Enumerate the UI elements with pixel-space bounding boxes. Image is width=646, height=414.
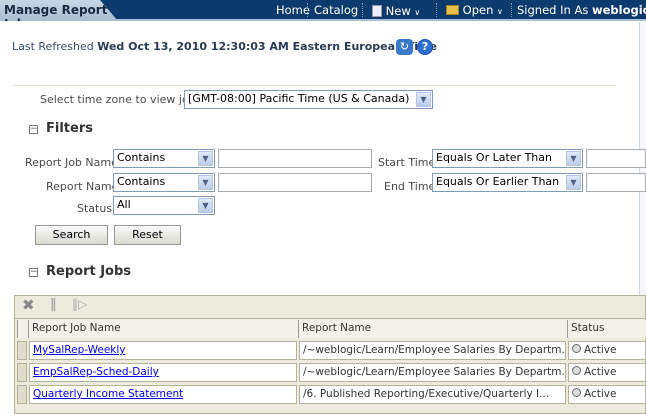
status-select[interactable]: All ▼ [113, 196, 215, 215]
last-refreshed: Last Refreshed Wed Oct 13, 2010 12:30:03… [12, 40, 437, 53]
delete-icon[interactable]: ✖ [22, 296, 35, 314]
column-header-report-job-name[interactable]: Report Job Name [28, 320, 298, 338]
report-job-name-label: Report Job Name [25, 156, 118, 169]
filters-heading: Filters [46, 121, 93, 136]
divider [12, 85, 616, 86]
report-name-cell: /~weblogic/Learn/Employee Salaries By De… [299, 363, 566, 382]
nav-home[interactable]: Home [276, 3, 310, 17]
column-header-report-name[interactable]: Report Name [298, 320, 567, 338]
end-time-operator[interactable]: Equals Or Earlier Than ▼ [432, 173, 583, 192]
clock-icon [572, 344, 581, 353]
nav-new-label: New [385, 4, 411, 18]
username: weblogic [591, 3, 646, 17]
clock-icon [572, 366, 581, 375]
timezone-select[interactable]: [GMT-08:00] Pacific Time (US & Canada) ▼ [184, 90, 433, 109]
end-time-label: End Time [384, 180, 436, 193]
new-document-icon [372, 5, 382, 17]
collapse-report-jobs-icon[interactable]: − [29, 268, 38, 277]
divider [15, 318, 646, 319]
report-job-link[interactable]: Quarterly Income Statement [33, 388, 183, 400]
help-icon[interactable]: ? [417, 39, 433, 55]
status-text: Active [584, 388, 617, 400]
user-menu[interactable]: Signed In As weblogic ∨ [517, 3, 646, 17]
pause-icon[interactable]: ‖ [50, 297, 57, 312]
divider [307, 3, 308, 17]
status-text: Active [584, 366, 617, 378]
status-text: Active [584, 344, 617, 356]
report-job-name-cell: Quarterly Income Statement [29, 385, 297, 404]
nav-new-menu[interactable]: New ∨ [372, 3, 420, 18]
report-name-label: Report Name [46, 180, 119, 193]
reset-button[interactable]: Reset [114, 225, 181, 245]
chevron-down-icon: ▼ [198, 198, 213, 213]
status-label: Status [77, 202, 113, 215]
start-time-input[interactable] [586, 149, 646, 168]
report-job-name-cell: EmpSalRep-Sched-Daily [29, 363, 297, 382]
nav-catalog[interactable]: Catalog [314, 3, 358, 17]
timezone-label: Select time zone to view jobs [40, 93, 202, 106]
report-job-name-input[interactable] [218, 149, 372, 168]
row-selector[interactable] [17, 363, 27, 382]
row-selector[interactable] [17, 385, 27, 404]
report-job-name-cell: MySalRep-Weekly [29, 341, 297, 360]
last-refreshed-value: Wed Oct 13, 2010 12:30:03 AM Eastern Eur… [97, 40, 437, 53]
operator-value: Equals Or Later Than [436, 151, 552, 164]
start-time-label: Start Time [378, 156, 436, 169]
end-time-input[interactable] [586, 173, 646, 192]
timezone-value: [GMT-08:00] Pacific Time (US & Canada) [188, 92, 410, 105]
chevron-down-icon: ▼ [566, 175, 581, 190]
last-refreshed-label: Last Refreshed [12, 40, 94, 53]
chevron-down-icon: ∨ [414, 8, 421, 17]
report-name-input[interactable] [218, 173, 372, 192]
divider [436, 3, 437, 17]
column-header-status[interactable]: Status [567, 320, 646, 338]
clock-icon [572, 388, 581, 397]
start-time-operator[interactable]: Equals Or Later Than ▼ [432, 149, 583, 168]
page-title: Manage Report Jobs [0, 0, 118, 21]
operator-value: Equals Or Earlier Than [436, 175, 560, 188]
chevron-down-icon: ▼ [416, 92, 431, 107]
chevron-down-icon: ∨ [497, 7, 503, 16]
status-value: All [117, 198, 131, 211]
report-job-link[interactable]: MySalRep-Weekly [33, 344, 126, 356]
report-name-operator[interactable]: Contains ▼ [113, 173, 215, 192]
status-cell: Active [568, 363, 646, 382]
report-job-name-operator[interactable]: Contains ▼ [113, 149, 215, 168]
operator-value: Contains [117, 175, 166, 188]
operator-value: Contains [117, 151, 166, 164]
divider [511, 3, 512, 17]
row-selector[interactable] [17, 341, 27, 360]
column-header-selector [17, 320, 28, 338]
nav-open-menu[interactable]: Open ∨ [446, 3, 503, 17]
nav-open-label: Open [462, 3, 494, 17]
chevron-down-icon: ▼ [566, 151, 581, 166]
folder-icon [446, 5, 459, 15]
report-jobs-heading: Report Jobs [46, 264, 132, 279]
report-name-cell: /6. Published Reporting/Executive/Quarte… [299, 385, 566, 404]
status-cell: Active [568, 385, 646, 404]
report-name-cell: /~weblogic/Learn/Employee Salaries By De… [299, 341, 566, 360]
signed-in-label: Signed In As [517, 3, 589, 17]
status-cell: Active [568, 341, 646, 360]
search-button[interactable]: Search [35, 225, 108, 245]
resume-icon[interactable]: ‖▷ [72, 297, 87, 311]
chevron-down-icon: ▼ [198, 151, 213, 166]
chevron-down-icon: ▼ [198, 175, 213, 190]
refresh-icon[interactable]: ↻ [396, 39, 413, 55]
collapse-filters-icon[interactable]: − [29, 125, 38, 134]
report-job-link[interactable]: EmpSalRep-Sched-Daily [33, 366, 159, 378]
divider [362, 3, 363, 17]
